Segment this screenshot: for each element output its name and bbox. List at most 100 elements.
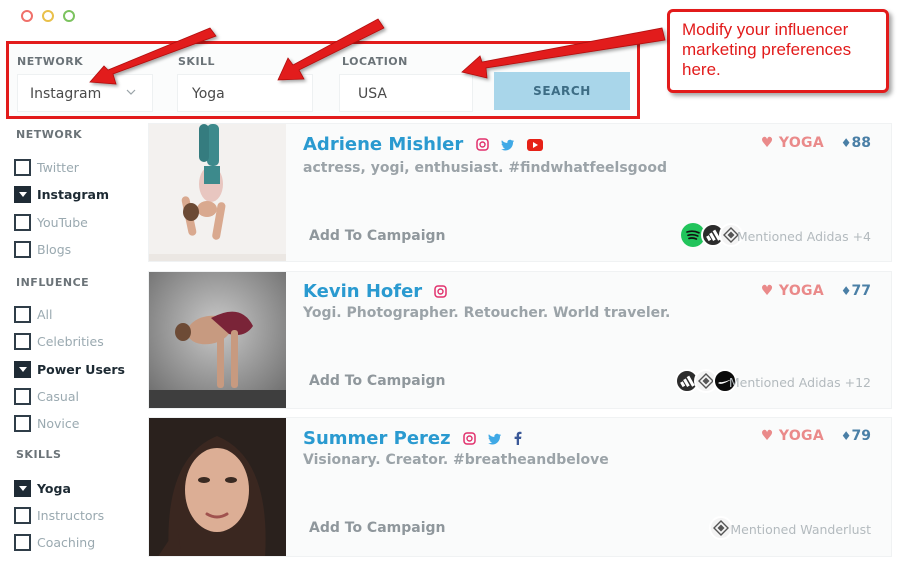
influencer-card[interactable]: Summer Perez Visionary. Creator. #breath… (148, 417, 892, 557)
checkbox[interactable] (14, 533, 31, 551)
brand-mention: Mentioned Adidas +12 (728, 375, 871, 390)
filter-coaching[interactable]: Coaching (14, 533, 95, 551)
chevron-down-icon (126, 85, 136, 99)
skill-label: YOGA (778, 135, 824, 151)
network-field-label: NETWORK (17, 55, 84, 68)
diamond-icon: ♦ (840, 136, 852, 150)
influencer-name[interactable]: Summer Perez (303, 428, 451, 449)
checkbox[interactable] (14, 414, 31, 432)
checkbox[interactable] (14, 240, 31, 258)
filter-label: Novice (37, 415, 80, 431)
checkbox-checked[interactable] (14, 360, 31, 378)
brand-mention: Mentioned Adidas +4 (736, 229, 871, 244)
checkbox[interactable] (14, 213, 31, 231)
checkbox[interactable] (14, 158, 31, 176)
checkbox[interactable] (14, 387, 31, 405)
location-field-label: LOCATION (342, 55, 408, 68)
location-input[interactable]: USA (339, 74, 473, 112)
add-to-campaign-button[interactable]: Add To Campaign (309, 520, 446, 536)
influencer-name[interactable]: Kevin Hofer (303, 281, 422, 302)
influencer-bio: Visionary. Creator. #breatheandbelove (303, 452, 609, 468)
checkbox-checked[interactable] (14, 479, 31, 497)
skill-badge: ♥ YOGA (761, 283, 824, 299)
network-filter-heading: NETWORK (16, 128, 83, 141)
maximize-window-button[interactable] (63, 10, 75, 22)
filter-label: Casual (37, 388, 79, 404)
influencer-photo (149, 272, 286, 408)
instagram-icon[interactable] (463, 429, 476, 450)
heart-icon: ♥ (760, 428, 774, 444)
score-value: 77 (851, 283, 871, 299)
location-input-value: USA (358, 86, 387, 102)
influencer-photo (149, 124, 286, 261)
instagram-icon[interactable] (475, 135, 489, 156)
score-value: 79 (851, 428, 871, 444)
filter-label: Celebrities (37, 333, 104, 349)
heart-icon: ♥ (760, 283, 774, 299)
instagram-icon[interactable] (434, 282, 448, 303)
filter-twitter[interactable]: Twitter (14, 158, 79, 176)
influence-filter-heading: INFLUENCE (16, 276, 90, 289)
filter-label: Instructors (37, 507, 105, 523)
filter-instructors[interactable]: Instructors (14, 506, 104, 524)
filter-all[interactable]: All (14, 305, 53, 323)
facebook-icon[interactable] (514, 429, 522, 450)
filter-novice[interactable]: Novice (14, 414, 79, 432)
network-select-value: Instagram (30, 86, 102, 102)
callout-line-1: Modify your influencer (682, 20, 849, 39)
filter-blogs[interactable]: Blogs (14, 240, 71, 258)
close-window-button[interactable] (21, 10, 33, 22)
diamond-icon: ♦ (840, 429, 852, 443)
influencer-bio: Yogi. Photographer. Retoucher. World tra… (303, 305, 671, 321)
skill-input-value: Yoga (192, 86, 225, 102)
checkbox[interactable] (14, 332, 31, 350)
skills-filter-heading: SKILLS (16, 448, 62, 461)
filter-label: Instagram (37, 186, 109, 202)
influencer-photo (149, 418, 286, 556)
filter-label: Twitter (37, 159, 79, 175)
score-value: 88 (851, 135, 871, 151)
twitter-icon[interactable] (488, 429, 502, 450)
brand-mention: Mentioned Wanderlust (730, 522, 871, 537)
filter-power-users[interactable]: Power Users (14, 360, 125, 378)
checkbox[interactable] (14, 305, 31, 323)
heart-icon: ♥ (760, 135, 774, 151)
influence-score: ♦88 (841, 135, 871, 151)
diamond-icon: ♦ (840, 284, 852, 298)
youtube-icon[interactable] (527, 135, 544, 156)
skill-badge: ♥ YOGA (761, 135, 824, 151)
filter-label: All (37, 306, 53, 322)
callout-line-2: marketing preferences (682, 40, 852, 59)
filter-yoga[interactable]: Yoga (14, 479, 71, 497)
filter-label: Yoga (37, 480, 71, 496)
filter-instagram[interactable]: Instagram (14, 185, 109, 203)
filter-label: Power Users (37, 361, 125, 377)
filter-celebrities[interactable]: Celebrities (14, 332, 104, 350)
influence-score: ♦79 (841, 428, 871, 444)
search-bar: NETWORK Instagram SKILL Yoga LOCATION US… (6, 41, 640, 119)
filter-label: Coaching (37, 534, 96, 550)
filter-casual[interactable]: Casual (14, 387, 79, 405)
minimize-window-button[interactable] (42, 10, 54, 22)
influencer-card[interactable]: Adriene Mishler actress, yogi, enthusias… (148, 123, 892, 262)
checkbox-checked[interactable] (14, 185, 31, 203)
skill-label: YOGA (778, 428, 824, 444)
influence-score: ♦77 (841, 283, 871, 299)
checkbox[interactable] (14, 506, 31, 524)
annotation-callout: Modify your influencer marketing prefere… (667, 9, 889, 93)
skill-input[interactable]: Yoga (177, 74, 313, 112)
skill-field-label: SKILL (178, 55, 216, 68)
twitter-icon[interactable] (500, 135, 515, 156)
influencer-name[interactable]: Adriene Mishler (303, 134, 463, 155)
search-button[interactable]: SEARCH (494, 72, 630, 110)
skill-label: YOGA (778, 283, 824, 299)
add-to-campaign-button[interactable]: Add To Campaign (309, 373, 446, 389)
network-select[interactable]: Instagram (17, 74, 153, 112)
filter-label: YouTube (37, 214, 88, 230)
influencer-card[interactable]: Kevin Hofer Yogi. Photographer. Retouche… (148, 271, 892, 409)
add-to-campaign-button[interactable]: Add To Campaign (309, 228, 446, 244)
filter-youtube[interactable]: YouTube (14, 213, 88, 231)
influencer-bio: actress, yogi, enthusiast. #findwhatfeel… (303, 160, 667, 176)
callout-line-3: here. (682, 60, 721, 79)
skill-badge: ♥ YOGA (761, 428, 824, 444)
